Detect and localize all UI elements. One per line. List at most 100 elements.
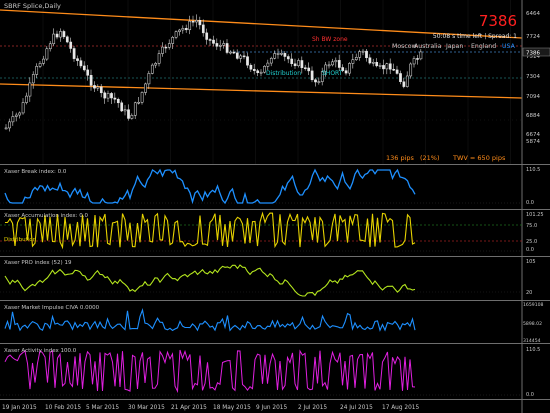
candle-body[interactable] (201, 24, 205, 34)
candle-body[interactable] (385, 63, 389, 70)
candle-body[interactable] (378, 65, 382, 67)
candle-body[interactable] (290, 58, 294, 64)
candle-body[interactable] (72, 48, 76, 59)
candle-body[interactable] (249, 64, 253, 70)
candle-body[interactable] (103, 92, 107, 99)
candle-body[interactable] (354, 57, 358, 60)
candle-body[interactable] (399, 73, 402, 82)
candle-body[interactable] (395, 69, 399, 74)
candle-body[interactable] (184, 28, 188, 31)
candle-body[interactable] (252, 69, 256, 71)
channel-lower-line[interactable] (0, 83, 523, 99)
activity-index-pane[interactable]: Xaser Activity index 100.0 110.5 0.0 (0, 347, 540, 398)
candle-body[interactable] (120, 102, 124, 112)
candle-body[interactable] (181, 28, 185, 31)
market-impulse-line[interactable] (4, 307, 416, 332)
candle-body[interactable] (69, 41, 73, 49)
candle-body[interactable] (130, 115, 134, 119)
candle-body[interactable] (222, 43, 226, 46)
candle-body[interactable] (4, 127, 8, 130)
candle-body[interactable] (35, 66, 39, 75)
candle-body[interactable] (358, 51, 362, 58)
candle-body[interactable] (205, 32, 209, 40)
candle-body[interactable] (18, 112, 22, 116)
candle-body[interactable] (409, 63, 413, 77)
candle-body[interactable] (388, 63, 392, 70)
candle-body[interactable] (178, 29, 181, 32)
candle-body[interactable] (157, 53, 161, 64)
candle-body[interactable] (235, 52, 239, 59)
candle-body[interactable] (256, 70, 260, 73)
candle-body[interactable] (416, 58, 419, 60)
price-pane[interactable]: SBRF Splice,Daily 7386 50:08 s time left… (0, 0, 523, 164)
price-candles[interactable] (4, 14, 423, 132)
candle-body[interactable] (269, 57, 273, 64)
candle-body[interactable] (232, 51, 236, 54)
candle-body[interactable] (191, 20, 195, 23)
candle-body[interactable] (76, 58, 79, 61)
candle-body[interactable] (218, 44, 222, 47)
candle-body[interactable] (419, 51, 423, 60)
candle-body[interactable] (188, 20, 192, 31)
candle-body[interactable] (310, 70, 314, 81)
candle-body[interactable] (242, 55, 246, 58)
candle-body[interactable] (116, 99, 120, 104)
candle-body[interactable] (96, 86, 100, 89)
candle-body[interactable] (229, 51, 232, 54)
candle-body[interactable] (174, 31, 178, 38)
candle-body[interactable] (361, 50, 365, 53)
candle-body[interactable] (208, 39, 212, 41)
market-impulse-pane[interactable]: Xaser Market Impulse CIVA 0.0000 1659108… (4, 302, 544, 344)
candle-body[interactable] (106, 93, 110, 99)
candle-body[interactable] (8, 121, 11, 129)
candle-body[interactable] (225, 43, 229, 53)
candle-body[interactable] (79, 60, 83, 67)
candle-body[interactable] (31, 74, 35, 84)
candle-body[interactable] (167, 43, 171, 48)
candle-body[interactable] (365, 50, 368, 59)
candle-body[interactable] (25, 95, 28, 103)
candle-body[interactable] (314, 79, 317, 83)
trading-terminal-chart[interactable]: SBRF Splice,Daily 7386 50:08 s time left… (0, 0, 550, 413)
candle-body[interactable] (212, 39, 215, 44)
candle-body[interactable] (286, 56, 290, 60)
candle-body[interactable] (59, 31, 62, 38)
candle-body[interactable] (123, 109, 127, 112)
candle-body[interactable] (89, 75, 93, 86)
candle-body[interactable] (276, 53, 280, 55)
candle-body[interactable] (82, 65, 86, 71)
candle-body[interactable] (293, 63, 297, 67)
candle-body[interactable] (14, 114, 18, 117)
candle-body[interactable] (337, 60, 341, 68)
candle-body[interactable] (52, 33, 56, 45)
candle-body[interactable] (392, 68, 396, 71)
candle-body[interactable] (154, 63, 158, 66)
candle-body[interactable] (38, 63, 42, 67)
candle-body[interactable] (412, 58, 416, 65)
accumulation-index-pane[interactable]: Xaser Accumulation index: 0.0 Distributi… (0, 211, 544, 253)
candle-body[interactable] (137, 101, 141, 104)
break-index-pane[interactable]: Xaser Break index: 0.0 110.5 0.0 (0, 167, 540, 206)
candle-body[interactable] (198, 20, 202, 26)
candle-body[interactable] (99, 86, 103, 94)
candle-body[interactable] (86, 69, 90, 76)
candle-body[interactable] (351, 59, 355, 64)
candle-body[interactable] (21, 102, 25, 114)
candle-body[interactable] (246, 56, 249, 66)
candle-body[interactable] (317, 81, 321, 83)
candle-body[interactable] (42, 58, 45, 64)
candle-body[interactable] (283, 53, 287, 57)
candle-body[interactable] (144, 83, 147, 93)
candle-body[interactable] (348, 63, 351, 74)
candle-body[interactable] (334, 60, 338, 63)
candle-body[interactable] (28, 82, 32, 97)
time-axis[interactable]: 19 Jan 2015 10 Feb 2015 5 Mar 2015 30 Ma… (2, 405, 419, 411)
candle-body[interactable] (164, 46, 168, 49)
candle-body[interactable] (303, 67, 307, 69)
candle-body[interactable] (45, 48, 49, 60)
candle-body[interactable] (147, 73, 151, 85)
candle-body[interactable] (171, 37, 175, 44)
pro-index-line[interactable] (4, 264, 416, 297)
candle-body[interactable] (405, 75, 409, 87)
candle-body[interactable] (55, 33, 59, 38)
